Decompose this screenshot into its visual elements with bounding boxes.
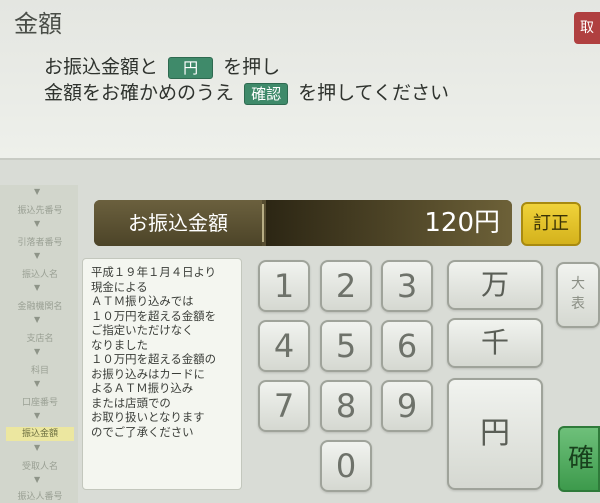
notice-line: お取り扱いとなります <box>91 410 205 424</box>
partial-button[interactable]: 大 表 <box>556 262 600 328</box>
arrow-down-icon: ▼ <box>34 187 41 196</box>
arrow-down-icon: ▼ <box>34 347 41 356</box>
correct-button[interactable]: 訂正 <box>521 202 581 246</box>
key-3[interactable]: 3 <box>381 260 433 312</box>
notice-box: 平成１９年１月４日より 現金による ＡＴＭ振り込みでは １０万円を超える金額を … <box>82 258 242 490</box>
sen-button[interactable]: 千 <box>447 318 543 368</box>
notice-line: のでご了承ください <box>91 424 194 439</box>
instruction-text: お振込金額と <box>44 56 159 78</box>
instruction-line-2: 金額をお確かめのうえ 確認 を押してください <box>44 78 449 105</box>
arrow-down-icon: ▼ <box>34 283 41 292</box>
key-6[interactable]: 6 <box>381 320 433 372</box>
notice-line: １０万円を超える金額の <box>91 352 216 366</box>
divider <box>0 158 600 160</box>
notice-line: １０万円を超える金額を <box>91 308 216 323</box>
sidebar-item: 振込人番号 <box>17 492 63 502</box>
key-5[interactable]: 5 <box>320 320 372 372</box>
amount-separator <box>262 204 264 242</box>
arrow-down-icon: ▼ <box>34 475 41 484</box>
arrow-down-icon: ▼ <box>34 411 41 420</box>
key-4[interactable]: 4 <box>258 320 310 372</box>
amount-value: 120円 <box>266 200 512 246</box>
notice-line: なりました <box>91 337 148 352</box>
key-2[interactable]: 2 <box>320 260 372 312</box>
partial-button-label-bottom: 表 <box>571 296 585 312</box>
notice-line: 現金による <box>91 279 148 294</box>
arrow-down-icon: ▼ <box>34 251 41 260</box>
instruction-text: を押し <box>223 56 281 78</box>
arrow-down-icon: ▼ <box>34 315 41 324</box>
amount-display: お振込金額 120円 <box>94 200 512 246</box>
instruction-panel: 金額 取 お振込金額と 円 を押し 金額をお確かめのうえ 確認 を押してください <box>0 0 600 158</box>
sidebar-item: 金融機関名 <box>17 302 63 312</box>
yen-chip: 円 <box>168 56 214 79</box>
instruction-text: 金額をお確かめのうえ <box>44 82 235 104</box>
key-7[interactable]: 7 <box>258 380 310 432</box>
sidebar-item: 受取人名 <box>21 462 58 472</box>
man-button[interactable]: 万 <box>447 260 543 310</box>
sidebar-item: 支店名 <box>26 334 54 344</box>
yen-button[interactable]: 円 <box>447 378 543 490</box>
partial-button-label-top: 大 <box>571 276 585 292</box>
instruction-text: を押してください <box>298 82 449 104</box>
instruction-line-1: お振込金額と 円 を押し <box>44 52 280 79</box>
notice-line: よるＡＴＭ振り込み <box>91 381 194 395</box>
confirm-chip: 確認 <box>244 82 289 105</box>
arrow-down-icon: ▼ <box>34 219 41 228</box>
progress-sidebar: ▼ 振込先番号 ▼ 引落者番号 ▼ 振込人名 ▼ 金融機関名 ▼ 支店名 ▼ 科… <box>0 185 78 503</box>
cancel-button[interactable]: 取 <box>574 12 600 44</box>
notice-line: または店頭での <box>91 395 171 410</box>
key-8[interactable]: 8 <box>320 380 372 432</box>
sidebar-item: 振込先番号 <box>17 206 63 216</box>
sidebar-item: 振込人名 <box>21 270 58 280</box>
arrow-down-icon: ▼ <box>34 379 41 388</box>
notice-line: 平成１９年１月４日より <box>91 265 217 279</box>
sidebar-item-active: 振込金額 <box>6 427 74 441</box>
notice-line: ＡＴＭ振り込みでは <box>91 294 194 308</box>
notice-line: ご指定いただけなく <box>91 323 194 337</box>
key-1[interactable]: 1 <box>258 260 310 312</box>
page-title: 金額 <box>14 10 62 38</box>
confirm-button[interactable]: 確 <box>558 426 600 492</box>
amount-label: お振込金額 <box>94 200 262 246</box>
sidebar-item: 科目 <box>30 366 49 376</box>
sidebar-item: 引落者番号 <box>17 238 63 248</box>
arrow-down-icon: ▼ <box>34 443 41 452</box>
notice-line: お振り込みはカードに <box>91 366 205 381</box>
key-9[interactable]: 9 <box>381 380 433 432</box>
sidebar-item: 口座番号 <box>21 398 58 408</box>
key-0[interactable]: 0 <box>320 440 372 492</box>
